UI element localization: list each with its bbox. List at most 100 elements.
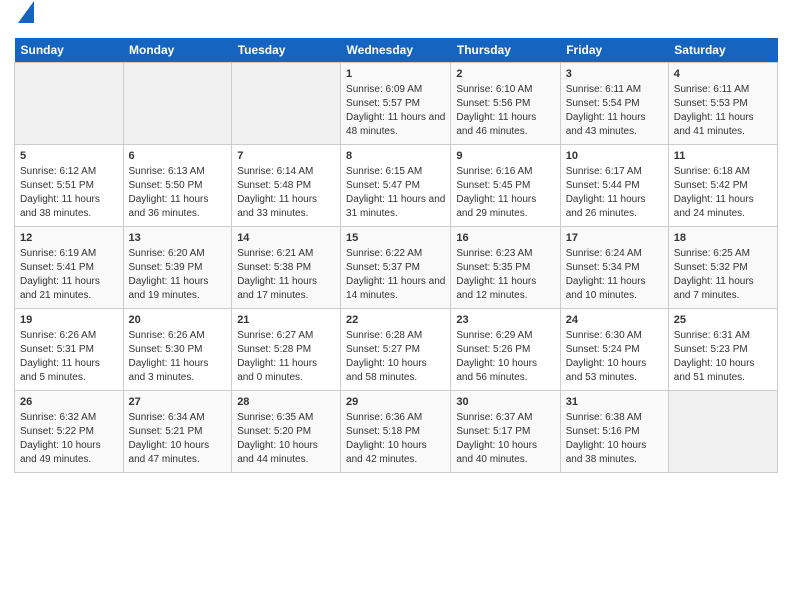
day-number: 25 xyxy=(674,313,772,328)
calendar-cell: 25Sunrise: 6:31 AM Sunset: 5:23 PM Dayli… xyxy=(668,308,777,390)
calendar-cell: 2Sunrise: 6:10 AM Sunset: 5:56 PM Daylig… xyxy=(451,62,560,144)
day-number: 18 xyxy=(674,231,772,246)
header-cell-monday: Monday xyxy=(123,38,232,63)
header-cell-friday: Friday xyxy=(560,38,668,63)
day-info: Sunrise: 6:21 AM Sunset: 5:38 PM Dayligh… xyxy=(237,248,317,301)
header-cell-thursday: Thursday xyxy=(451,38,560,63)
calendar-cell: 5 Sunrise: 6:12 AM Sunset: 5:51 PM Daylig… xyxy=(15,144,124,226)
day-info: Sunrise: 6:35 AM Sunset: 5:20 PM Dayligh… xyxy=(237,412,318,465)
day-info: Sunrise: 6:19 AM Sunset: 5:41 PM Dayligh… xyxy=(20,248,100,301)
calendar-cell: 24 Sunrise: 6:30 AM Sunset: 5:24 PM Dayli… xyxy=(560,308,668,390)
calendar-cell: 9Sunrise: 6:16 AM Sunset: 5:45 PM Daylig… xyxy=(451,144,560,226)
calendar-cell: 17 Sunrise: 6:24 AM Sunset: 5:34 PM Dayli… xyxy=(560,226,668,308)
day-number: 17 xyxy=(566,231,663,246)
header xyxy=(14,10,778,30)
calendar-cell xyxy=(15,62,124,144)
calendar-cell: 1Sunrise: 6:09 AM Sunset: 5:57 PM Daylig… xyxy=(341,62,451,144)
calendar-cell: 31Sunrise: 6:38 AM Sunset: 5:16 PM Dayli… xyxy=(560,390,668,472)
day-info: Sunrise: 6:13 AM Sunset: 5:50 PM Dayligh… xyxy=(129,166,209,219)
calendar-cell: 13Sunrise: 6:20 AM Sunset: 5:39 PM Dayli… xyxy=(123,226,232,308)
day-info: Sunrise: 6:26 AM Sunset: 5:30 PM Dayligh… xyxy=(129,330,209,383)
day-info: Sunrise: 6:30 AM Sunset: 5:24 PM Dayligh… xyxy=(566,330,647,383)
day-info: Sunrise: 6:32 AM Sunset: 5:22 PM Dayligh… xyxy=(20,412,101,465)
calendar-cell: 8 Sunrise: 6:15 AM Sunset: 5:47 PM Daylig… xyxy=(341,144,451,226)
calendar-cell: 26 Sunrise: 6:32 AM Sunset: 5:22 PM Dayli… xyxy=(15,390,124,472)
day-info: Sunrise: 6:17 AM Sunset: 5:44 PM Dayligh… xyxy=(566,166,646,219)
day-number: 23 xyxy=(456,313,554,328)
day-info: Sunrise: 6:20 AM Sunset: 5:39 PM Dayligh… xyxy=(129,248,209,301)
day-info: Sunrise: 6:34 AM Sunset: 5:21 PM Dayligh… xyxy=(129,412,210,465)
day-info: Sunrise: 6:16 AM Sunset: 5:45 PM Dayligh… xyxy=(456,166,536,219)
week-row-3: 12Sunrise: 6:19 AM Sunset: 5:41 PM Dayli… xyxy=(15,226,778,308)
calendar-cell: 14 Sunrise: 6:21 AM Sunset: 5:38 PM Dayli… xyxy=(232,226,341,308)
calendar-cell: 20 Sunrise: 6:26 AM Sunset: 5:30 PM Dayli… xyxy=(123,308,232,390)
day-info: Sunrise: 6:27 AM Sunset: 5:28 PM Dayligh… xyxy=(237,330,317,383)
day-info: Sunrise: 6:26 AM Sunset: 5:31 PM Dayligh… xyxy=(20,330,100,383)
calendar-table: SundayMondayTuesdayWednesdayThursdayFrid… xyxy=(14,38,778,473)
calendar-cell: 19 Sunrise: 6:26 AM Sunset: 5:31 PM Dayli… xyxy=(15,308,124,390)
calendar-cell xyxy=(668,390,777,472)
day-info: Sunrise: 6:11 AM Sunset: 5:54 PM Dayligh… xyxy=(566,84,646,137)
calendar-cell: 18 Sunrise: 6:25 AM Sunset: 5:32 PM Dayli… xyxy=(668,226,777,308)
calendar-cell: 10 Sunrise: 6:17 AM Sunset: 5:44 PM Dayli… xyxy=(560,144,668,226)
day-number: 5 xyxy=(20,149,118,164)
calendar-cell: 15 Sunrise: 6:22 AM Sunset: 5:37 PM Dayli… xyxy=(341,226,451,308)
day-info: Sunrise: 6:18 AM Sunset: 5:42 PM Dayligh… xyxy=(674,166,754,219)
day-number: 2 xyxy=(456,67,554,82)
day-number: 29 xyxy=(346,395,445,410)
calendar-header: SundayMondayTuesdayWednesdayThursdayFrid… xyxy=(15,38,778,63)
day-number: 7 xyxy=(237,149,335,164)
calendar-cell: 3Sunrise: 6:11 AM Sunset: 5:54 PM Daylig… xyxy=(560,62,668,144)
calendar-cell: 29 Sunrise: 6:36 AM Sunset: 5:18 PM Dayli… xyxy=(341,390,451,472)
calendar-cell: 21Sunrise: 6:27 AM Sunset: 5:28 PM Dayli… xyxy=(232,308,341,390)
day-info: Sunrise: 6:15 AM Sunset: 5:47 PM Dayligh… xyxy=(346,166,445,219)
week-row-2: 5 Sunrise: 6:12 AM Sunset: 5:51 PM Daylig… xyxy=(15,144,778,226)
calendar-body: 1Sunrise: 6:09 AM Sunset: 5:57 PM Daylig… xyxy=(15,62,778,472)
header-row: SundayMondayTuesdayWednesdayThursdayFrid… xyxy=(15,38,778,63)
day-number: 8 xyxy=(346,149,445,164)
header-cell-wednesday: Wednesday xyxy=(341,38,451,63)
day-number: 28 xyxy=(237,395,335,410)
calendar-cell: 6 Sunrise: 6:13 AM Sunset: 5:50 PM Daylig… xyxy=(123,144,232,226)
calendar-cell xyxy=(123,62,232,144)
header-cell-tuesday: Tuesday xyxy=(232,38,341,63)
calendar-cell: 16 Sunrise: 6:23 AM Sunset: 5:35 PM Dayli… xyxy=(451,226,560,308)
day-info: Sunrise: 6:28 AM Sunset: 5:27 PM Dayligh… xyxy=(346,330,427,383)
calendar-cell: 11 Sunrise: 6:18 AM Sunset: 5:42 PM Dayli… xyxy=(668,144,777,226)
day-number: 11 xyxy=(674,149,772,164)
day-number: 19 xyxy=(20,313,118,328)
day-info: Sunrise: 6:09 AM Sunset: 5:57 PM Dayligh… xyxy=(346,84,445,137)
day-number: 30 xyxy=(456,395,554,410)
calendar-cell: 28 Sunrise: 6:35 AM Sunset: 5:20 PM Dayli… xyxy=(232,390,341,472)
page: SundayMondayTuesdayWednesdayThursdayFrid… xyxy=(0,0,792,612)
logo xyxy=(14,10,34,30)
calendar-cell: 12Sunrise: 6:19 AM Sunset: 5:41 PM Dayli… xyxy=(15,226,124,308)
day-number: 26 xyxy=(20,395,118,410)
day-number: 16 xyxy=(456,231,554,246)
calendar-cell xyxy=(232,62,341,144)
day-info: Sunrise: 6:11 AM Sunset: 5:53 PM Dayligh… xyxy=(674,84,754,137)
day-number: 14 xyxy=(237,231,335,246)
day-info: Sunrise: 6:22 AM Sunset: 5:37 PM Dayligh… xyxy=(346,248,445,301)
logo-text xyxy=(14,10,34,30)
week-row-5: 26 Sunrise: 6:32 AM Sunset: 5:22 PM Dayli… xyxy=(15,390,778,472)
day-info: Sunrise: 6:23 AM Sunset: 5:35 PM Dayligh… xyxy=(456,248,536,301)
calendar-cell: 7Sunrise: 6:14 AM Sunset: 5:48 PM Daylig… xyxy=(232,144,341,226)
calendar-cell: 22Sunrise: 6:28 AM Sunset: 5:27 PM Dayli… xyxy=(341,308,451,390)
day-info: Sunrise: 6:36 AM Sunset: 5:18 PM Dayligh… xyxy=(346,412,427,465)
day-number: 20 xyxy=(129,313,227,328)
day-info: Sunrise: 6:25 AM Sunset: 5:32 PM Dayligh… xyxy=(674,248,754,301)
week-row-4: 19 Sunrise: 6:26 AM Sunset: 5:31 PM Dayli… xyxy=(15,308,778,390)
calendar-cell: 23 Sunrise: 6:29 AM Sunset: 5:26 PM Dayli… xyxy=(451,308,560,390)
logo-triangle-icon xyxy=(18,1,34,23)
day-info: Sunrise: 6:29 AM Sunset: 5:26 PM Dayligh… xyxy=(456,330,537,383)
day-info: Sunrise: 6:38 AM Sunset: 5:16 PM Dayligh… xyxy=(566,412,647,465)
calendar-cell: 30Sunrise: 6:37 AM Sunset: 5:17 PM Dayli… xyxy=(451,390,560,472)
header-cell-sunday: Sunday xyxy=(15,38,124,63)
day-info: Sunrise: 6:24 AM Sunset: 5:34 PM Dayligh… xyxy=(566,248,646,301)
day-number: 15 xyxy=(346,231,445,246)
day-number: 24 xyxy=(566,313,663,328)
day-number: 6 xyxy=(129,149,227,164)
day-number: 10 xyxy=(566,149,663,164)
day-info: Sunrise: 6:12 AM Sunset: 5:51 PM Dayligh… xyxy=(20,166,100,219)
